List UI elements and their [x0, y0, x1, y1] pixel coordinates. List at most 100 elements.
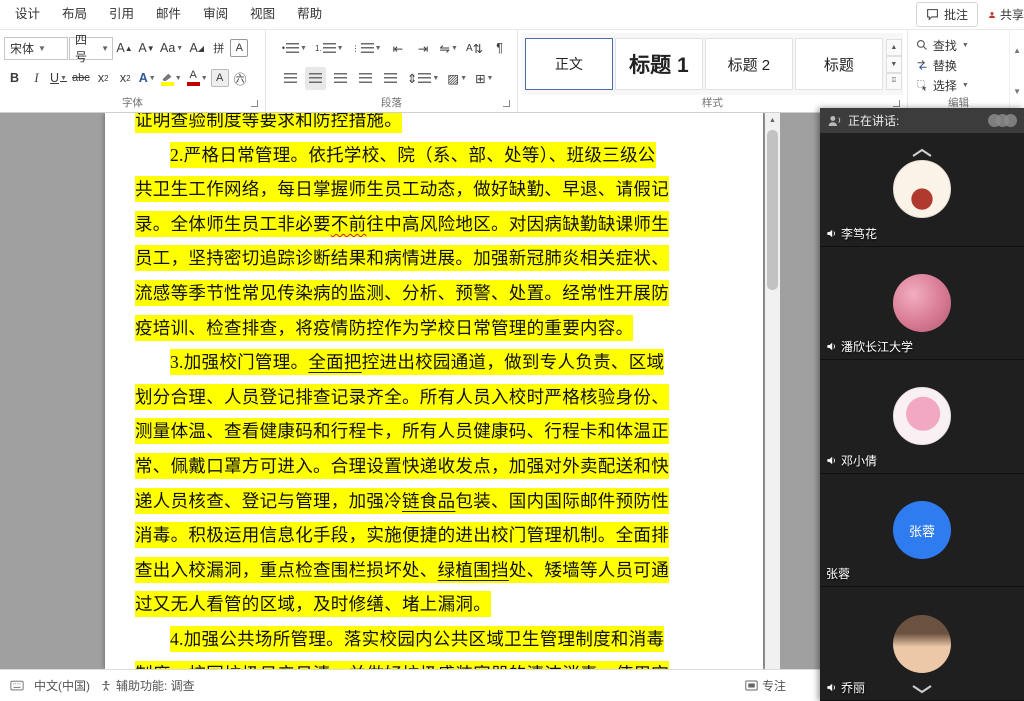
menu-item-邮件[interactable]: 邮件: [145, 0, 192, 29]
speaking-person-icon: [827, 114, 842, 128]
gallery-more-button[interactable]: ⍗: [886, 73, 902, 90]
paragraph-dialog-launcher[interactable]: [503, 100, 510, 107]
font-size-combobox[interactable]: 四号▼: [69, 37, 113, 60]
align-right-button[interactable]: [330, 67, 351, 90]
gallery-up-button[interactable]: ▲: [886, 39, 902, 56]
enclose-characters-button[interactable]: ㊅: [230, 67, 251, 90]
clear-formatting-button[interactable]: A◢: [186, 37, 207, 60]
call-panel: 正在讲话: 李笃花潘欣长江大学邓小倩张蓉张蓉乔丽: [820, 108, 1024, 701]
borders-button[interactable]: ⊞▼: [473, 67, 495, 90]
line-spacing-button[interactable]: ⇕▼: [405, 67, 441, 90]
speaker-icon: [826, 455, 837, 466]
italic-button[interactable]: I: [26, 67, 47, 90]
phonetic-guide-button[interactable]: 拼: [208, 37, 229, 60]
distribute-button[interactable]: [380, 67, 401, 90]
language-indicator[interactable]: 中文(中国): [34, 677, 90, 694]
scroll-down-chevron-icon[interactable]: [911, 682, 933, 698]
bold-button[interactable]: B: [4, 67, 25, 90]
focus-icon: [745, 680, 758, 691]
increase-font-size-button[interactable]: A▲: [114, 37, 135, 60]
menu-item-设计[interactable]: 设计: [4, 0, 51, 29]
vertical-scrollbar[interactable]: ▲: [765, 113, 780, 669]
font-name-combobox[interactable]: 宋体▼: [4, 37, 68, 60]
character-border-button[interactable]: A: [230, 39, 248, 57]
numbered-list-button[interactable]: 1.▼: [313, 37, 346, 60]
menu-item-帮助[interactable]: 帮助: [286, 0, 333, 29]
document-line: 3.加强校门管理。全面把控进出校园通道，做到专人负责、区域: [135, 345, 735, 380]
menu-item-审阅[interactable]: 审阅: [192, 0, 239, 29]
bullet-list-button[interactable]: •▼: [280, 37, 309, 60]
gallery-down-button[interactable]: ▼: [886, 56, 902, 73]
input-mode-indicator[interactable]: [10, 680, 24, 691]
style-gallery: 正文标题 1标题 2标题: [524, 38, 884, 90]
superscript-button[interactable]: x2: [115, 67, 136, 90]
language-label: 中文(中国): [34, 677, 90, 694]
style-正文[interactable]: 正文: [525, 38, 613, 90]
speaking-title: 正在讲话:: [848, 112, 899, 129]
participant-tile[interactable]: 张蓉张蓉: [820, 474, 1024, 588]
document-line: 员工，坚持密切追踪诊断结果和病情进展。加强新冠肺炎相关症状、: [135, 241, 735, 276]
menu-item-引用[interactable]: 引用: [98, 0, 145, 29]
select-button[interactable]: 选择▼: [912, 75, 1005, 95]
font-dialog-launcher[interactable]: [251, 100, 258, 107]
menu-item-布局[interactable]: 布局: [51, 0, 98, 29]
styles-dialog-launcher[interactable]: [893, 100, 900, 107]
style-标题1[interactable]: 标题 1: [615, 38, 703, 90]
participant-tile[interactable]: 潘欣长江大学: [820, 247, 1024, 361]
justify-button[interactable]: [355, 67, 376, 90]
text-effects-button[interactable]: A▼: [137, 67, 158, 90]
find-button[interactable]: 查找▼: [912, 35, 1005, 55]
subscript-button[interactable]: x2: [93, 67, 114, 90]
search-icon: [916, 39, 928, 51]
ribbon-scroll: ▲ ▼: [1009, 30, 1024, 112]
accessibility-label: 辅助功能: 调查: [116, 677, 195, 694]
call-panel-header[interactable]: 正在讲话:: [820, 108, 1024, 133]
scrollbar-up-arrow[interactable]: ▲: [765, 113, 780, 128]
style-标题2[interactable]: 标题 2: [705, 38, 793, 90]
share-button[interactable]: 共享: [988, 6, 1024, 23]
document-line: 递人员核查、登记与管理，加强冷链食品包装、国内国际邮件预防性: [135, 484, 735, 519]
menu-bar: 设计布局引用邮件审阅视图帮助 批注 共享: [0, 0, 1024, 30]
focus-mode-button[interactable]: 专注: [745, 677, 786, 694]
show-paragraph-marks-button[interactable]: ¶: [489, 37, 510, 60]
speaker-icon: [826, 341, 837, 352]
font-color-button[interactable]: A▼: [185, 67, 210, 90]
document-line: 查出入校漏洞，重点检查围栏损坏处、绿植围挡处、矮墙等人员可通: [135, 553, 735, 588]
speaker-icon: [826, 228, 837, 239]
scroll-down-icon[interactable]: ▼: [1013, 87, 1021, 96]
scrollbar-thumb[interactable]: [767, 130, 778, 290]
multilevel-list-button[interactable]: ⋮▼: [350, 37, 384, 60]
menu-item-视图[interactable]: 视图: [239, 0, 286, 29]
decrease-font-size-button[interactable]: A▼: [136, 37, 157, 60]
replace-button[interactable]: 替换: [912, 55, 1005, 75]
style-gallery-scroll: ▲ ▼ ⍗: [886, 39, 902, 90]
styles-group-label: 样式: [702, 97, 723, 109]
underline-button[interactable]: U▼: [48, 67, 69, 90]
document-page[interactable]: 证明查验制度等要求和防控措施。2.严格日常管理。依托学校、院（系、部、处等）、班…: [105, 113, 763, 669]
change-case-button[interactable]: Aa▼: [158, 37, 185, 60]
menu-right: 批注 共享: [916, 0, 1024, 29]
align-center-button[interactable]: [305, 67, 326, 90]
character-shading-button[interactable]: A: [211, 69, 229, 87]
scroll-up-chevron-icon[interactable]: [911, 145, 933, 161]
align-left-button[interactable]: [280, 67, 301, 90]
strikethrough-button[interactable]: abc: [70, 67, 92, 90]
scroll-up-icon[interactable]: ▲: [1013, 46, 1021, 55]
style-标题[interactable]: 标题: [795, 38, 883, 90]
comments-button[interactable]: 批注: [916, 2, 978, 27]
accessibility-indicator[interactable]: 辅助功能: 调查: [100, 677, 195, 694]
asian-layout-button[interactable]: ⇋▼: [438, 37, 460, 60]
document-line: 过又无人看管的区域，及时修缮、堵上漏洞。: [135, 587, 735, 622]
document-line: 划分合理、人员登记排查记录齐全。所有人员入校时严格核验身份、: [135, 380, 735, 415]
highlight-color-button[interactable]: ▼: [159, 67, 184, 90]
decrease-indent-button[interactable]: ⇤: [388, 37, 409, 60]
shading-button[interactable]: ▨▼: [445, 67, 469, 90]
participant-tile[interactable]: 邓小倩: [820, 360, 1024, 474]
font-name-value: 宋体: [10, 40, 34, 57]
increase-indent-button[interactable]: ⇥: [413, 37, 434, 60]
speaking-indicator-icon: [993, 114, 1017, 127]
document-text[interactable]: 证明查验制度等要求和防控措施。2.严格日常管理。依托学校、院（系、部、处等）、班…: [135, 113, 735, 669]
participant-name: 潘欣长江大学: [826, 338, 913, 355]
participant-avatar: [893, 615, 951, 673]
sort-button[interactable]: A⇅: [464, 37, 485, 60]
